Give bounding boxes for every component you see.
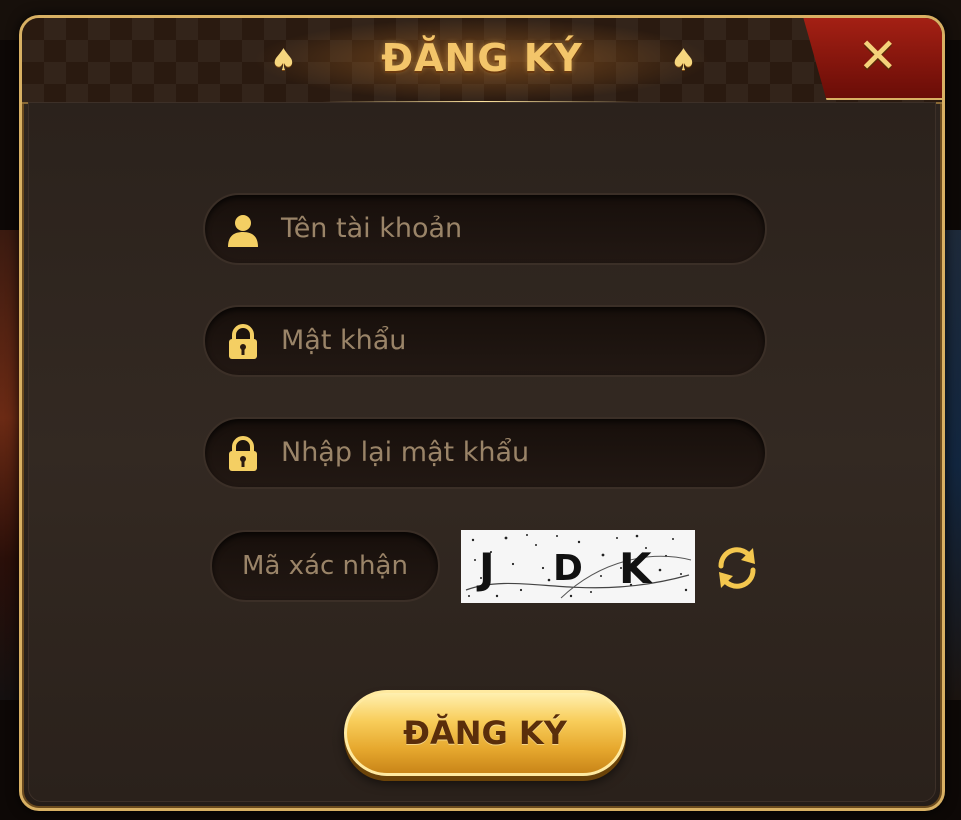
dialog-title: ĐĂNG KÝ	[381, 36, 583, 80]
username-field[interactable]: Tên tài khoản	[203, 193, 767, 265]
captcha-placeholder: Mã xác nhận	[242, 551, 408, 581]
password-field[interactable]: Mật khẩu	[203, 305, 767, 377]
register-button-label: ĐĂNG KÝ	[403, 714, 567, 752]
lock-icon	[229, 436, 257, 471]
lock-icon	[229, 324, 257, 359]
captcha-image: J D K	[461, 530, 695, 603]
user-icon	[228, 215, 258, 247]
dialog-header: ♠ ĐĂNG KÝ ♠ ✕	[22, 18, 942, 104]
close-icon[interactable]: ✕	[858, 26, 898, 86]
password-placeholder: Mật khẩu	[281, 325, 407, 356]
captcha-char: D	[553, 548, 583, 589]
captcha-input[interactable]: Mã xác nhận	[210, 530, 440, 602]
refresh-icon[interactable]	[713, 544, 761, 592]
register-button[interactable]: ĐĂNG KÝ	[344, 690, 626, 776]
register-dialog: ♠ ĐĂNG KÝ ♠ ✕ Tên tài khoản Mật khẩu Nhậ…	[19, 15, 945, 811]
username-placeholder: Tên tài khoản	[281, 213, 463, 244]
spade-icon: ♠	[670, 43, 697, 78]
captcha-char: K	[619, 544, 652, 593]
confirm-password-field[interactable]: Nhập lại mật khẩu	[203, 417, 767, 489]
confirm-password-placeholder: Nhập lại mật khẩu	[281, 437, 530, 468]
captcha-char: J	[479, 544, 495, 593]
